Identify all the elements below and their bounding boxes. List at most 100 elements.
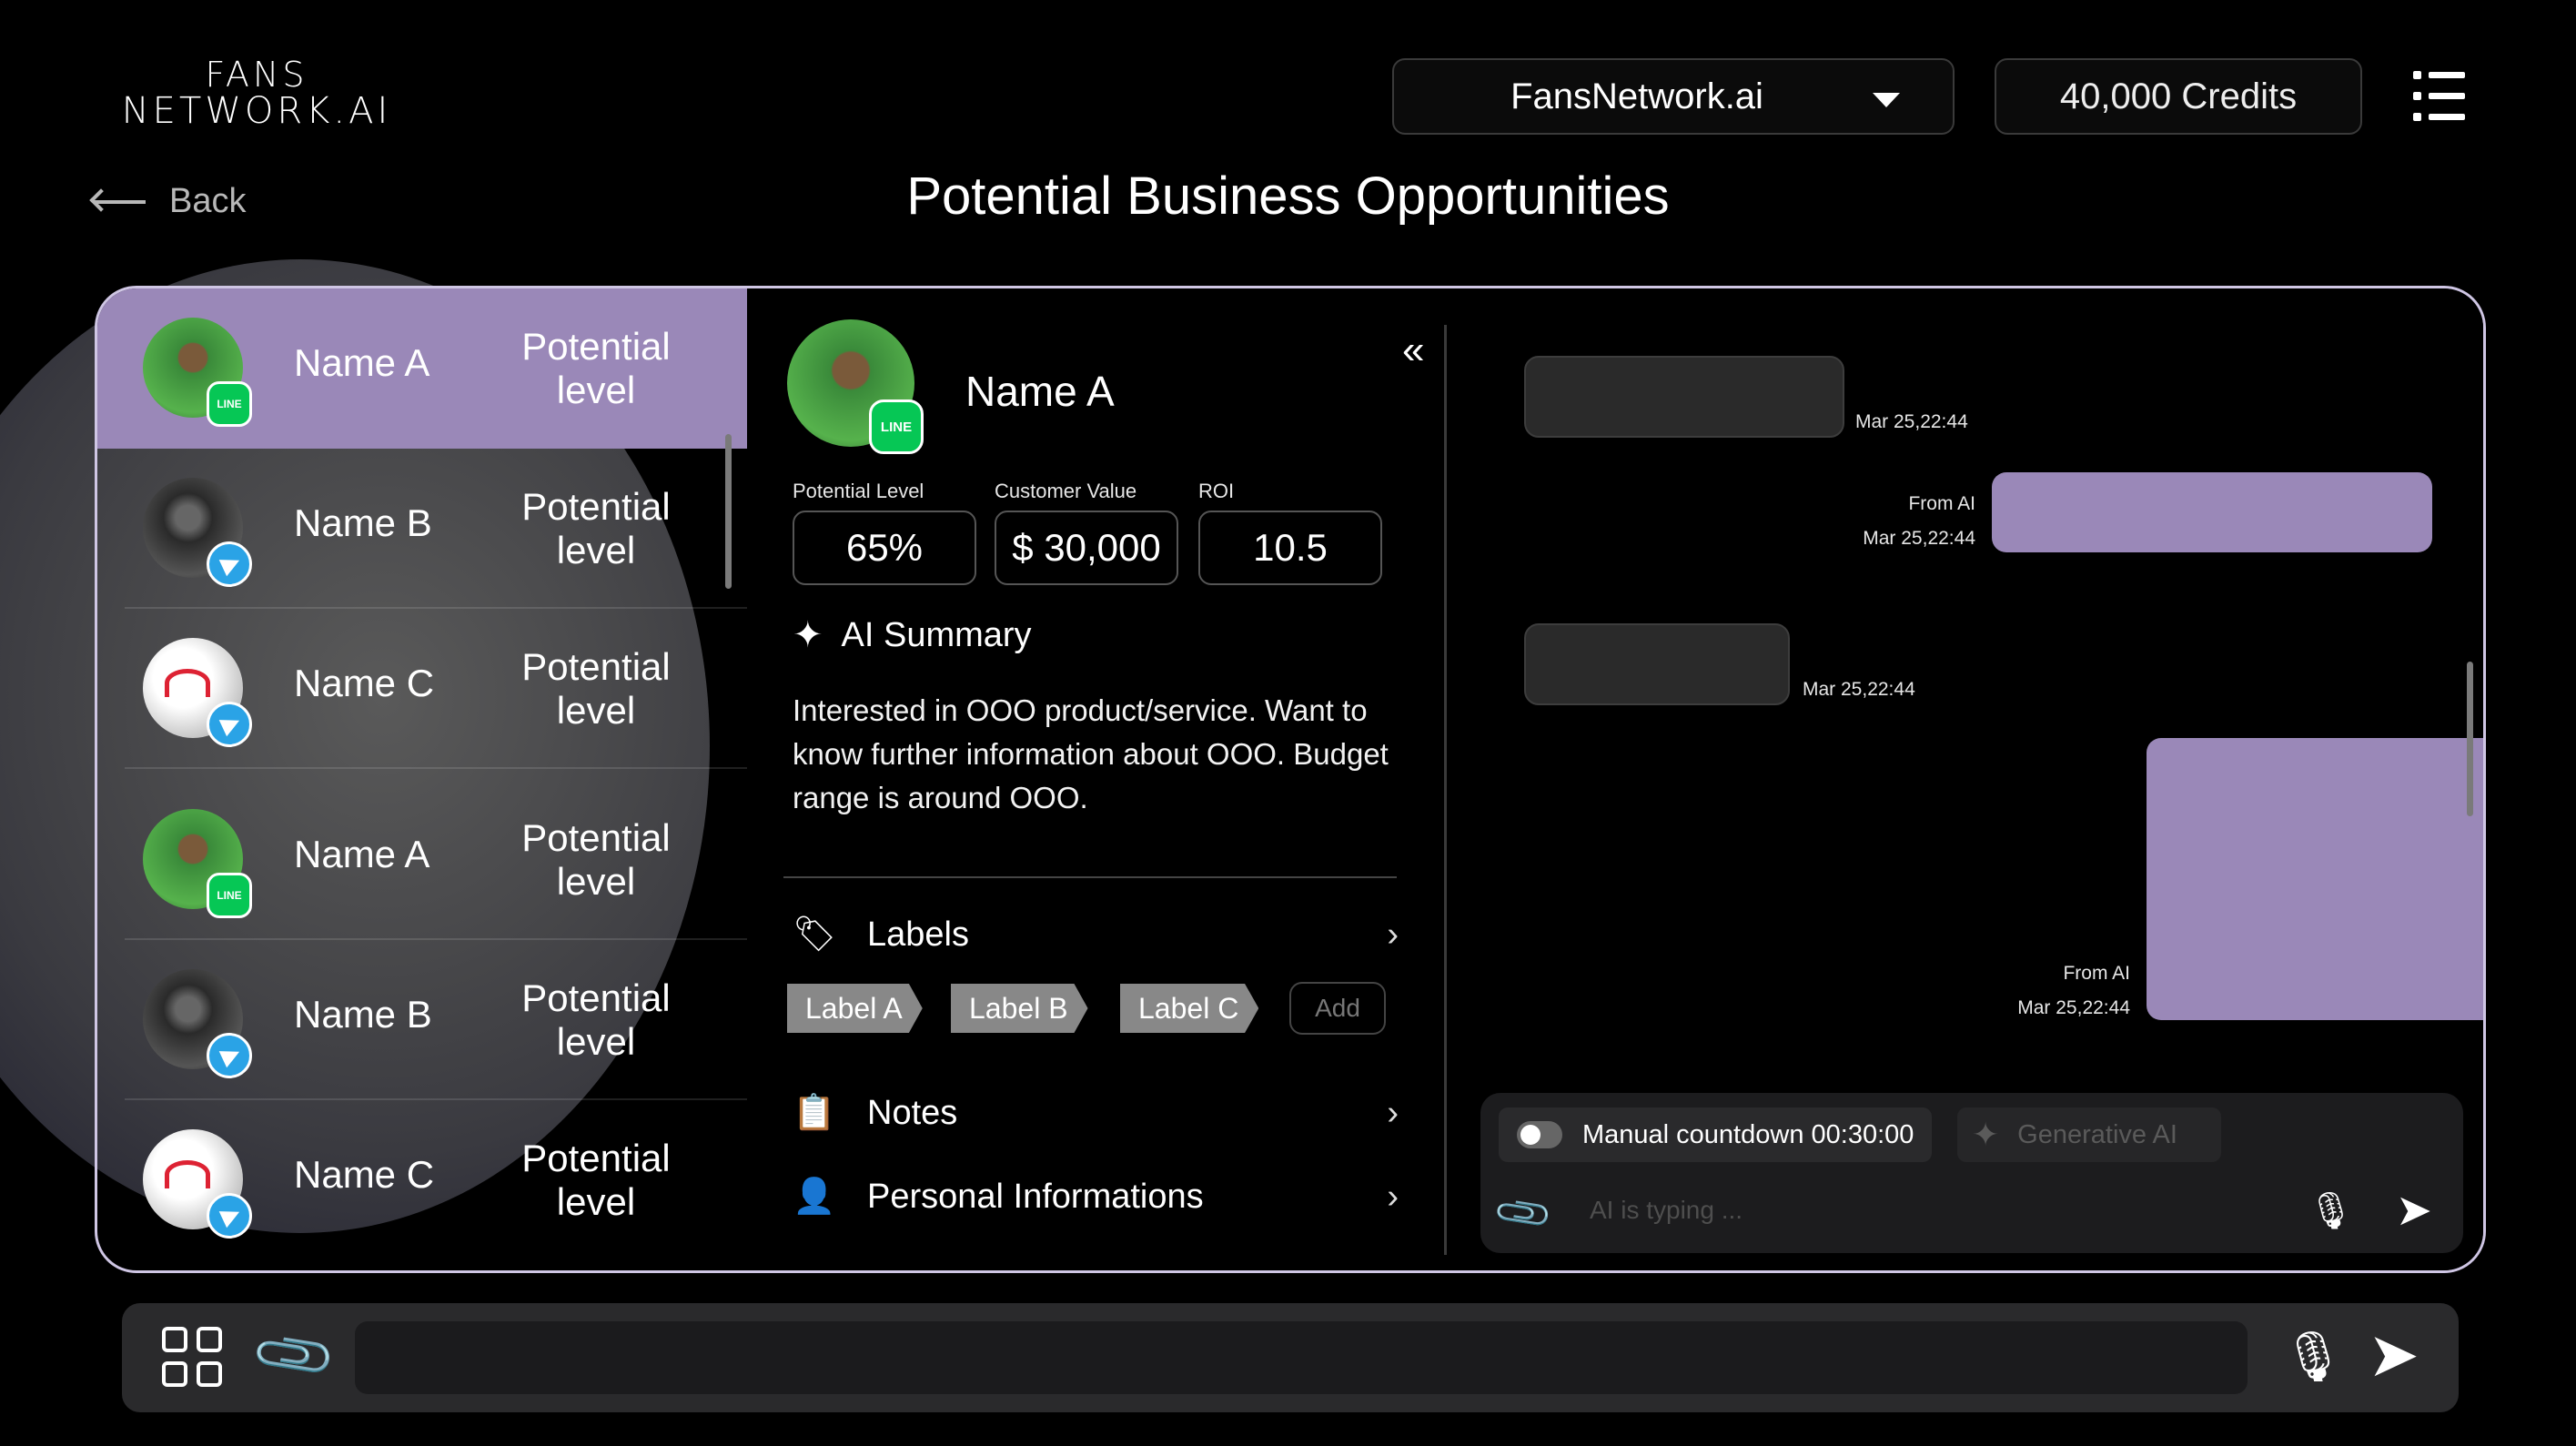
workspace-label: FansNetwork.ai xyxy=(1510,76,1763,116)
menu-list-icon[interactable] xyxy=(2413,71,2468,122)
clipboard-icon: 📋 xyxy=(793,1094,836,1132)
divider xyxy=(783,876,1397,878)
ai-summary-header: ✦ AI Summary xyxy=(793,614,1032,656)
contact-row[interactable]: Name C Potential level xyxy=(97,609,747,769)
roi-label: ROI xyxy=(1198,480,1235,502)
chevron-down-icon xyxy=(1873,93,1900,107)
message-timestamp: Mar 25,22:44 xyxy=(1803,679,1915,700)
telegram-icon xyxy=(207,702,252,747)
labels-row[interactable]: 🏷 Labels › xyxy=(789,915,1417,955)
customer-value-label: Customer Value xyxy=(995,480,1137,502)
generative-ai-label: Generative AI xyxy=(2017,1119,2177,1149)
chat-composer: Manual countdown 00:30:00 ✦ Generative A… xyxy=(1480,1093,2463,1253)
chevron-right-icon: › xyxy=(1387,1093,1399,1132)
contact-list: LINE Name A Potential level Name B Poten… xyxy=(97,288,747,1270)
microphone-icon[interactable]: 🎙 xyxy=(2308,1189,2354,1232)
incoming-message-bubble xyxy=(1524,623,1790,705)
contact-name: Name B xyxy=(294,501,432,544)
add-label-button[interactable]: Add xyxy=(1289,982,1386,1035)
message-timestamp: Mar 25,22:44 xyxy=(2017,997,2130,1018)
line-icon: LINE xyxy=(869,399,924,454)
chevron-right-icon: › xyxy=(1387,915,1399,954)
page-title: Potential Business Opportunities xyxy=(906,167,1670,226)
message-input[interactable] xyxy=(355,1321,2248,1394)
contact-level: Potential level xyxy=(521,485,671,571)
contact-level: Potential level xyxy=(521,976,671,1063)
collapse-icon[interactable]: « xyxy=(1402,330,1424,370)
contact-name: Name C xyxy=(294,662,435,704)
send-icon[interactable]: ➤ xyxy=(2396,1185,2432,1236)
message-meta: From AI Mar 25,22:44 xyxy=(1739,487,1975,556)
potential-level-label: Potential Level xyxy=(793,480,924,502)
notes-row[interactable]: 📋 Notes › xyxy=(789,1093,1417,1133)
grid-icon[interactable] xyxy=(162,1327,224,1389)
workspace-dropdown[interactable]: FansNetwork.ai xyxy=(1392,58,1955,135)
chevron-right-icon: › xyxy=(1387,1177,1399,1216)
app-logo: FANS NETWORK.AI xyxy=(102,56,411,129)
microphone-icon[interactable]: 🎙 xyxy=(2282,1329,2345,1386)
ai-summary-title: AI Summary xyxy=(841,615,1032,654)
contact-level: Potential level xyxy=(521,645,671,732)
notes-title: Notes xyxy=(867,1093,958,1132)
countdown-label: Manual countdown 00:30:00 xyxy=(1582,1119,1914,1149)
paperclip-icon[interactable]: 📎 xyxy=(247,1309,341,1401)
contact-row[interactable]: Name B Potential level xyxy=(97,449,747,609)
paperclip-icon[interactable]: 📎 xyxy=(1491,1175,1565,1247)
tag-icon: 🏷 xyxy=(792,915,837,954)
telegram-icon xyxy=(207,1193,252,1239)
incoming-message-bubble xyxy=(1524,356,1844,438)
line-icon: LINE xyxy=(207,873,252,918)
message-timestamp: Mar 25,22:44 xyxy=(1855,411,1968,432)
personal-info-row[interactable]: 👤 Personal Informations › xyxy=(789,1177,1417,1217)
label-tag[interactable]: Label B xyxy=(951,984,1088,1033)
sparkle-icon: ✦ xyxy=(793,615,823,655)
roi-value: 10.5 xyxy=(1198,511,1382,585)
label-tag[interactable]: Label C xyxy=(1120,984,1259,1033)
labels-title: Labels xyxy=(867,915,969,954)
label-tag[interactable]: Label A xyxy=(787,984,923,1033)
message-sender: From AI xyxy=(1908,493,1975,514)
ai-message-bubble xyxy=(1992,472,2432,552)
logo-line-1: FANS xyxy=(205,55,308,95)
generative-ai-button[interactable]: ✦ Generative AI xyxy=(1957,1107,2221,1162)
contact-row[interactable]: Name C Potential level xyxy=(97,1100,747,1260)
opportunity-card: LINE Name A Potential level Name B Poten… xyxy=(95,286,2486,1273)
message-sender: From AI xyxy=(2063,963,2130,984)
credits-badge[interactable]: 40,000 Credits xyxy=(1995,58,2362,135)
user-circle-icon: 👤 xyxy=(793,1178,836,1216)
chat-input-row: 📎 AI is typing ... 🎙 ➤ xyxy=(1491,1180,2445,1245)
contact-level: Potential level xyxy=(521,1137,671,1223)
send-icon[interactable]: ➤ xyxy=(2368,1320,2419,1391)
personal-info-title: Personal Informations xyxy=(867,1177,1204,1216)
sparkle-icon: ✦ xyxy=(1972,1116,2000,1153)
contact-name: Name A xyxy=(294,833,430,875)
contact-row[interactable]: Name B Potential level xyxy=(97,940,747,1100)
manual-countdown-toggle[interactable]: Manual countdown 00:30:00 xyxy=(1499,1107,1933,1162)
telegram-icon xyxy=(207,1033,252,1078)
logo-line-2: NETWORK.AI xyxy=(121,90,392,132)
potential-level-value: 65% xyxy=(793,511,976,585)
contact-level: Potential level xyxy=(521,816,671,903)
contact-name: Name B xyxy=(294,993,432,1036)
message-timestamp: Mar 25,22:44 xyxy=(1863,528,1975,549)
message-meta: From AI Mar 25,22:44 xyxy=(1884,956,2130,1026)
chat-scrollbar[interactable] xyxy=(2467,662,2473,816)
customer-value-value: $ 30,000 xyxy=(995,511,1178,585)
list-scrollbar[interactable] xyxy=(725,434,732,589)
ai-message-bubble xyxy=(2147,738,2483,1020)
panel-divider xyxy=(1444,325,1447,1255)
telegram-icon xyxy=(207,541,252,587)
contact-name: Name A xyxy=(294,341,430,384)
contact-level: Potential level xyxy=(521,325,671,411)
chat-input[interactable]: AI is typing ... xyxy=(1590,1196,1743,1225)
contact-detail-panel: LINE Name A « Potential Level Customer V… xyxy=(747,288,1439,1270)
chat-panel: Mar 25,22:44 From AI Mar 25,22:44 Mar 25… xyxy=(1448,288,2483,1270)
toggle-switch[interactable] xyxy=(1517,1121,1562,1148)
contact-row[interactable]: LINE Name A Potential level xyxy=(97,780,747,940)
line-icon: LINE xyxy=(207,381,252,427)
bottom-input-bar: 📎 🎙 ➤ xyxy=(122,1303,2459,1412)
contact-row[interactable]: LINE Name A Potential level xyxy=(97,288,747,449)
detail-name: Name A xyxy=(965,368,1115,415)
ai-summary-text: Interested in OOO product/service. Want … xyxy=(793,693,1389,814)
contact-name: Name C xyxy=(294,1153,435,1196)
